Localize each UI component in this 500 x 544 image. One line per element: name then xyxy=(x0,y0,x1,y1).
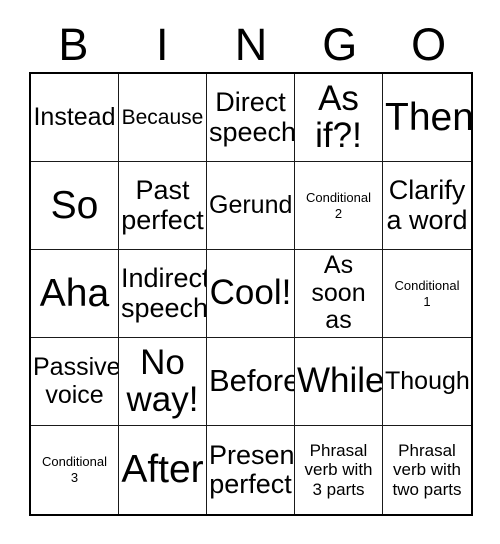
bingo-cell-label: Conditional 3 xyxy=(41,454,108,485)
bingo-cell-label: Indirect speech xyxy=(121,263,207,323)
bingo-cell-r5c4[interactable]: Phrasal verb with 3 parts xyxy=(295,426,383,514)
bingo-header-letter-3: G xyxy=(322,18,358,70)
bingo-cell-r4c2[interactable]: No way! xyxy=(119,338,207,426)
bingo-cell-label: Before xyxy=(209,363,295,399)
bingo-cell-label: Present perfect xyxy=(209,439,295,499)
bingo-cell-r4c1[interactable]: Passive voice xyxy=(31,338,119,426)
bingo-cell-r2c1[interactable]: So xyxy=(31,162,119,250)
bingo-cell-label: Cool! xyxy=(209,273,292,313)
bingo-cell-r2c4[interactable]: Conditional 2 xyxy=(295,162,383,250)
bingo-cell-label: Then xyxy=(385,95,471,139)
bingo-cell-label: As soon as xyxy=(311,251,366,335)
bingo-header-letter-2: N xyxy=(234,18,268,70)
bingo-cell-r1c5[interactable]: Then xyxy=(383,74,471,162)
bingo-cell-r4c5[interactable]: Though xyxy=(383,338,471,426)
bingo-cell-label: As if?! xyxy=(315,79,362,155)
bingo-cell-r1c4[interactable]: As if?! xyxy=(295,74,383,162)
bingo-cell-label: Past perfect xyxy=(121,175,204,235)
bingo-cell-label: Phrasal verb with two parts xyxy=(392,440,462,499)
bingo-cell-r1c1[interactable]: Instead xyxy=(31,74,119,162)
bingo-cell-r3c2[interactable]: Indirect speech xyxy=(119,250,207,338)
bingo-cell-label: Gerund xyxy=(209,190,293,219)
bingo-header-letter-4: O xyxy=(411,18,447,70)
bingo-header-letter-1: I xyxy=(155,18,169,70)
bingo-cell-label: Instead xyxy=(33,102,116,131)
bingo-cell-r2c3[interactable]: Gerund xyxy=(207,162,295,250)
bingo-cell-label: Aha xyxy=(39,271,110,315)
bingo-cell-r5c2[interactable]: After xyxy=(119,426,207,514)
bingo-grid: Instead Because Direct speech As if?! Then So… xyxy=(29,72,473,516)
bingo-cell-r3c1[interactable]: Aha xyxy=(31,250,119,338)
bingo-cell-label: Because xyxy=(121,105,204,129)
bingo-cell-r3c4[interactable]: As soon as xyxy=(295,250,383,338)
bingo-cell-r5c1[interactable]: Conditional 3 xyxy=(31,426,119,514)
bingo-cell-label: So xyxy=(50,183,99,227)
bingo-cell-label: Though xyxy=(385,366,470,395)
bingo-cell-r4c4[interactable]: While xyxy=(295,338,383,426)
bingo-card: B I N G O Instead Because Direct speech As if?!… xyxy=(0,0,500,544)
bingo-cell-label: No way! xyxy=(126,343,199,419)
bingo-header: BINGO xyxy=(29,18,473,70)
bingo-cell-label: Passive voice xyxy=(33,353,119,409)
bingo-cell-label: Conditional 2 xyxy=(305,189,372,221)
bingo-cell-label: After xyxy=(121,448,204,492)
bingo-cell-r5c5[interactable]: Phrasal verb with two parts xyxy=(383,426,471,514)
bingo-cell-r5c3[interactable]: Present perfect xyxy=(207,426,295,514)
bingo-cell-r4c3[interactable]: Before xyxy=(207,338,295,426)
bingo-cell-label: Direct speech xyxy=(209,87,295,147)
bingo-cell-r2c2[interactable]: Past perfect xyxy=(119,162,207,250)
bingo-cell-label: Conditional 1 xyxy=(394,277,460,309)
bingo-cell-label: While xyxy=(297,361,383,401)
bingo-cell-r2c5[interactable]: Clarify a word xyxy=(383,162,471,250)
bingo-cell-r1c3[interactable]: Direct speech xyxy=(207,74,295,162)
bingo-cell-label: Phrasal verb with 3 parts xyxy=(304,440,373,499)
bingo-cell-r3c5[interactable]: Conditional 1 xyxy=(383,250,471,338)
bingo-cell-label: Clarify a word xyxy=(386,175,468,235)
bingo-cell-r1c2[interactable]: Because xyxy=(119,74,207,162)
bingo-cell-r3c3[interactable]: Cool! xyxy=(207,250,295,338)
bingo-header-letter-0: B xyxy=(58,18,89,70)
